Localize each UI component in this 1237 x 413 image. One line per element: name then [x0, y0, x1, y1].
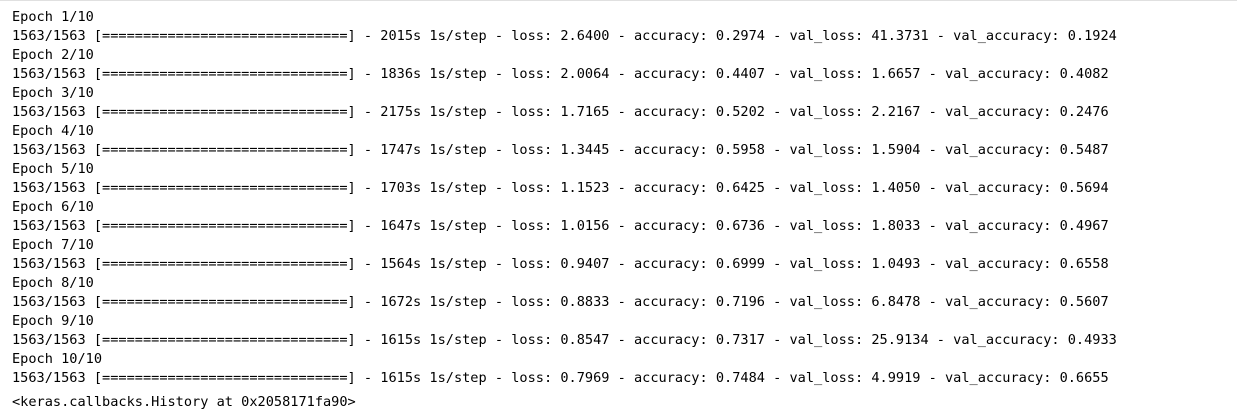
epoch-progress-line: 1563/1563 [=============================…	[12, 218, 1109, 234]
epoch-header: Epoch 7/10	[12, 237, 94, 253]
epoch-header: Epoch 4/10	[12, 123, 94, 139]
cell-top-divider	[0, 0, 1237, 1]
epoch-header: Epoch 9/10	[12, 313, 94, 329]
epoch-progress-line: 1563/1563 [=============================…	[12, 332, 1117, 348]
epoch-progress-line: 1563/1563 [=============================…	[12, 294, 1109, 310]
epoch-progress-line: 1563/1563 [=============================…	[12, 370, 1109, 386]
cell-output-area: Epoch 1/10 1563/1563 [==================…	[12, 8, 1232, 412]
epoch-header: Epoch 5/10	[12, 161, 94, 177]
epoch-header: Epoch 8/10	[12, 275, 94, 291]
epoch-header: Epoch 6/10	[12, 199, 94, 215]
epoch-progress-line: 1563/1563 [=============================…	[12, 180, 1109, 196]
epoch-header: Epoch 10/10	[12, 351, 103, 367]
epoch-header: Epoch 3/10	[12, 85, 94, 101]
epoch-progress-line: 1563/1563 [=============================…	[12, 28, 1117, 44]
epoch-progress-line: 1563/1563 [=============================…	[12, 104, 1109, 120]
epoch-header: Epoch 2/10	[12, 47, 94, 63]
cell-return-value: <keras.callbacks.History at 0x2058171fa9…	[12, 394, 356, 410]
epoch-progress-line: 1563/1563 [=============================…	[12, 66, 1109, 82]
epoch-header: Epoch 1/10	[12, 9, 94, 25]
epoch-progress-line: 1563/1563 [=============================…	[12, 142, 1109, 158]
epoch-progress-line: 1563/1563 [=============================…	[12, 256, 1109, 272]
